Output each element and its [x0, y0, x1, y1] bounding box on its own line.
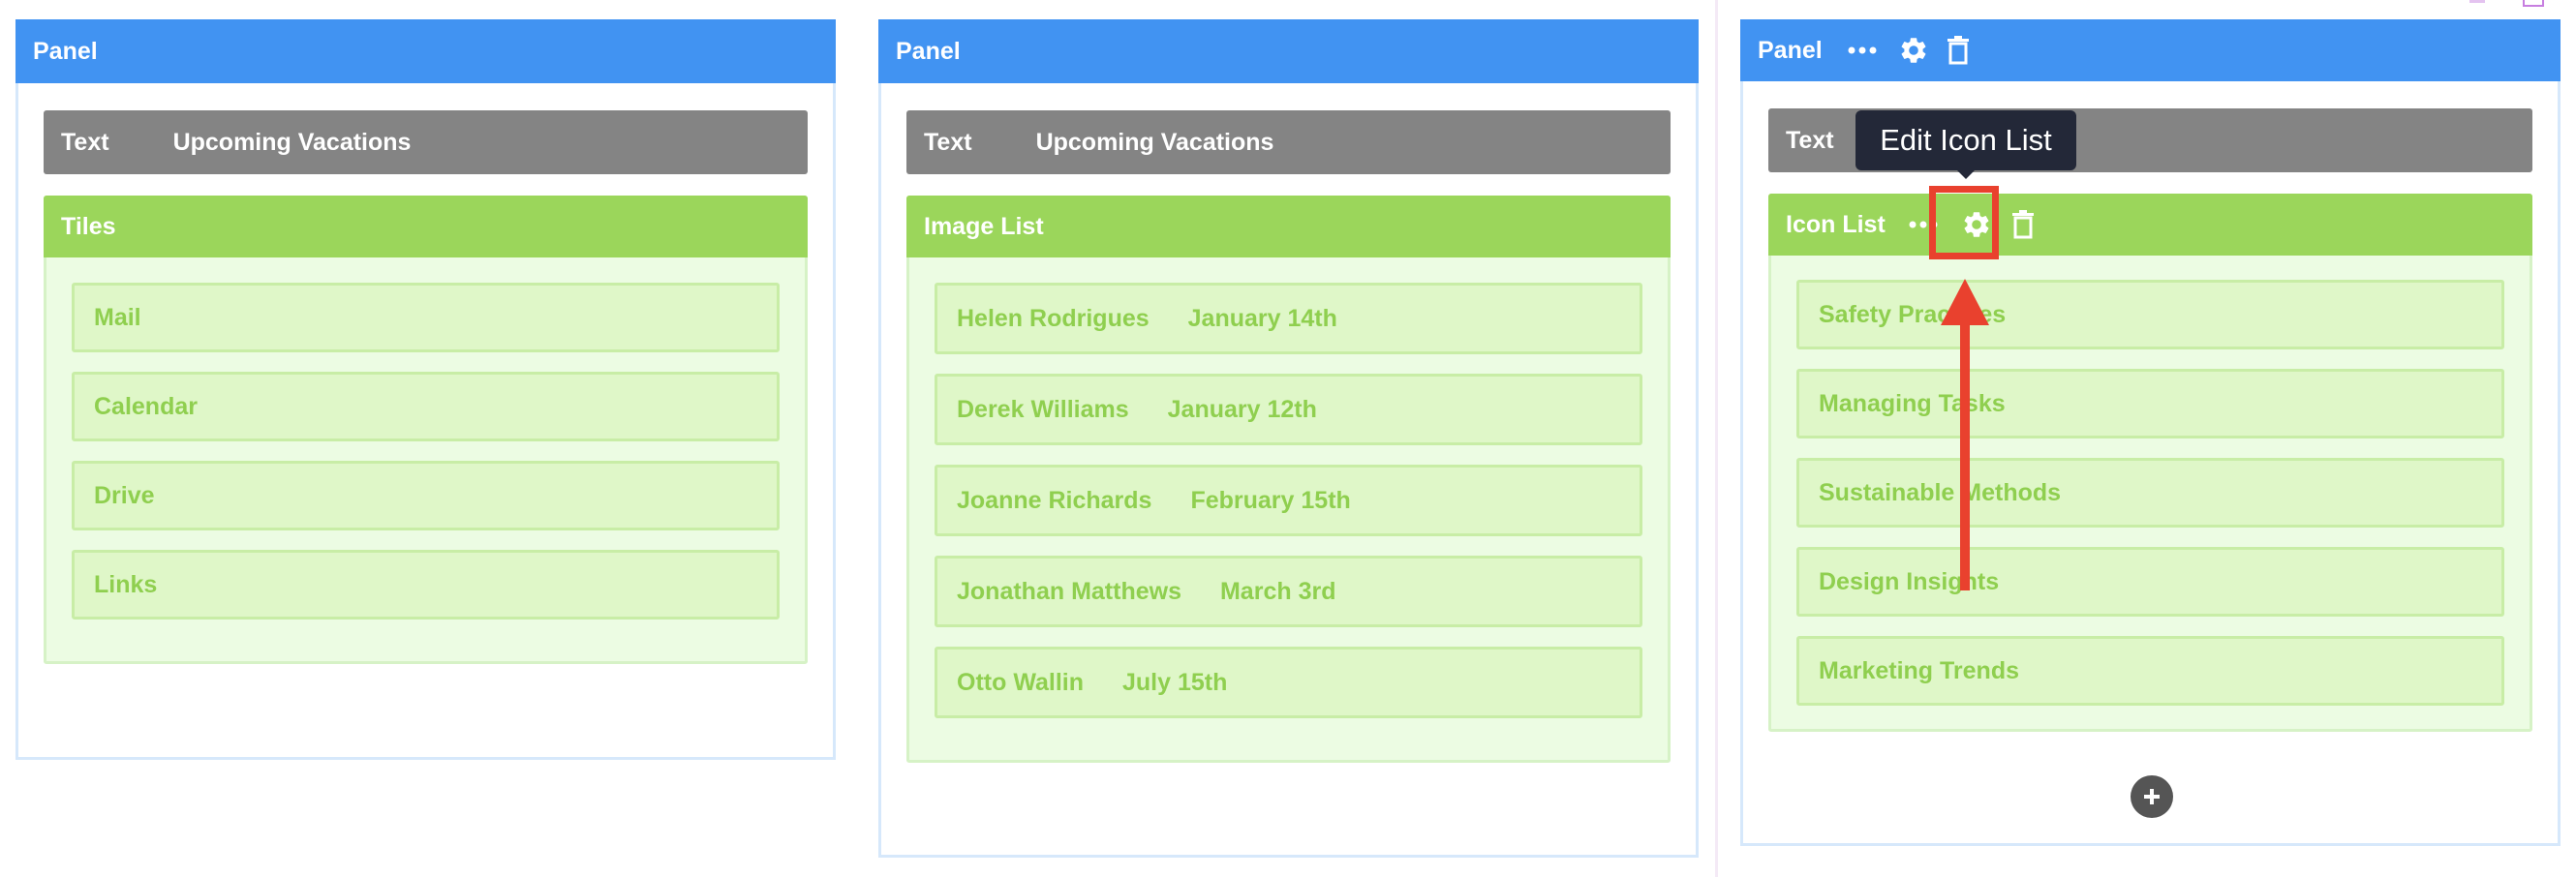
annotation-arrow: [1941, 279, 1989, 590]
